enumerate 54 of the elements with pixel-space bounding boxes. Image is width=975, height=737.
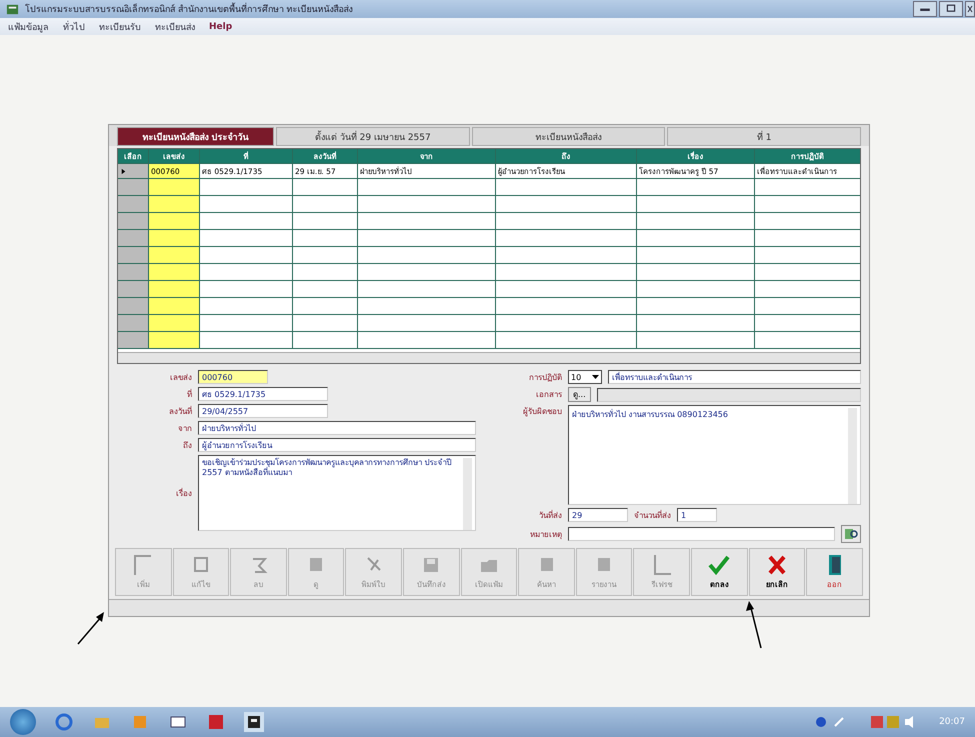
arrow-drawing [76,610,106,646]
start-button[interactable] [10,709,36,735]
lookup-icon [844,527,858,541]
input-field[interactable]: เพื่อทราบและดำเนินการ [608,370,861,384]
header-tab[interactable]: ตั้งแต่ วันที่ 29 เมษายน 2557 [276,127,470,146]
field-label: จำนวนที่ส่ง [634,509,671,522]
responsible-textarea[interactable]: ฝ่ายบริหารทั่วไป งานสารบรรณ 0890123456 [568,405,861,505]
field-label: วันที่ส่ง [538,509,562,522]
minimize-button[interactable] [913,1,937,17]
field-label: การปฏิบัติ [528,372,562,384]
browser-icon[interactable] [54,712,74,732]
input-field[interactable]: 1 [677,508,717,522]
subject-textarea[interactable]: ขอเชิญเข้าร่วมประชุมโครงการพัฒนาครูและบุคลากรทางการศึกษา ประจำปี 2557 ตามหนังสือที่แนบมา [198,455,476,531]
input-field[interactable]: 29 [568,508,628,522]
app-icon[interactable] [244,712,264,732]
field-label: ที่ [186,388,192,400]
menu-item[interactable]: แฟ้มข้อมูล [8,20,49,34]
menu-item[interactable]: ทั่วไป [63,20,85,34]
horizontal-scrollbar[interactable] [118,352,860,363]
input-field[interactable]: 29/04/2557 [198,404,328,418]
input-field[interactable]: ศธ 0529.1/1735 [198,387,328,401]
field-label: เรื่อง [175,487,192,500]
caret-icon [592,374,599,380]
clock: 20:07 [939,717,965,727]
field-label: ลงวันที่ [168,405,192,418]
row-pointer-icon [120,168,127,174]
field-label: เอกสาร [535,389,562,401]
input-field[interactable]: ผู้อำนวยการโรงเรียน [198,438,476,452]
close-icon [967,5,973,13]
restore-button[interactable] [939,1,963,17]
header-tab[interactable]: ที่ 1 [667,127,862,146]
app-icon [6,2,19,16]
field-label: ถึง [182,440,192,452]
window-title: โปรแกรมระบบสารบรรณอิเล็กทรอนิกส์ สำนักงานเขตพื้นที่การศึกษา ทะเบียนหนังสือส่ง [25,2,353,16]
input-field[interactable] [568,527,835,541]
header-tab[interactable]: ทะเบียนหนังสือส่ง ประจำวัน [117,127,274,146]
field-label: เลขส่ง [169,372,192,384]
input-field[interactable]: 000760 [198,370,268,384]
header-tab[interactable]: ทะเบียนหนังสือส่ง [472,127,666,146]
input-field[interactable] [596,388,861,402]
field-label: หมายเหตุ [529,528,562,540]
browse-button[interactable]: ดู... [568,387,591,402]
input-field[interactable]: ฝ่ายบริหารทั่วไป [198,421,476,435]
checkmark-icon [707,554,732,576]
field-label: ผู้รับผิดชอบ [522,406,562,418]
action-code-dropdown[interactable]: 10 [568,370,602,384]
menu-item[interactable]: Help [209,22,232,32]
menu-item[interactable]: ทะเบียนส่ง [155,20,195,34]
close-button[interactable] [965,1,975,17]
document-icon[interactable] [206,712,226,732]
lookup-button[interactable] [841,525,861,543]
menu-item[interactable]: ทะเบียนรับ [99,20,141,34]
restore-icon [945,4,957,14]
field-label: จาก [177,422,192,434]
